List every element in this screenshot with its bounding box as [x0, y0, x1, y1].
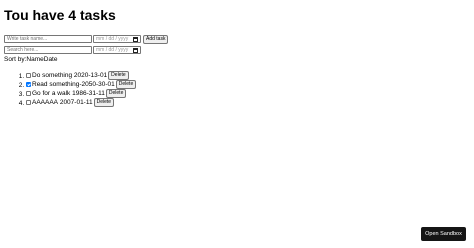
- page-title: Tou have 4 tasks: [4, 7, 116, 23]
- delete-button[interactable]: Delete: [115, 80, 137, 89]
- task-name: AAAAAA: [32, 99, 59, 106]
- sort-by-name[interactable]: Name: [26, 56, 43, 63]
- list-item: Go for a walk 1986-31-11 Delete: [26, 89, 468, 98]
- search-input[interactable]: Search here...: [4, 46, 92, 54]
- add-task-button[interactable]: Add task: [143, 34, 169, 44]
- delete-button[interactable]: Delete: [93, 98, 115, 107]
- sort-by-date[interactable]: Date: [44, 56, 58, 63]
- list-item: Read something-2050-30-01 Delete: [26, 80, 468, 89]
- delete-button[interactable]: Delete: [105, 89, 127, 98]
- task-date: 2007-01-11: [59, 99, 93, 106]
- checkbox-icon[interactable]: [26, 82, 31, 87]
- search-form: Search here... mm / dd / yyyy: [4, 45, 468, 55]
- add-task-form: Write task name... mm / dd / yyyy Add ta…: [4, 34, 468, 44]
- task-date: 2050-30-01: [81, 81, 115, 88]
- todo-app: Tou have 4 tasks Write task name... mm /…: [4, 4, 468, 107]
- list-item: Do something 2020-13-01 Delete: [26, 71, 468, 80]
- task-date: 2020-13-01: [73, 72, 108, 79]
- date-placeholder: mm / dd / yyyy: [96, 36, 129, 42]
- search-date-input[interactable]: mm / dd / yyyy: [93, 46, 141, 54]
- sort-bar: Sort by:NameDate: [4, 56, 468, 64]
- task-name-input[interactable]: Write task name...: [4, 35, 92, 43]
- task-name: Go for a walk: [32, 90, 71, 97]
- task-date: 1986-31-11: [72, 90, 105, 97]
- task-name: Read something: [32, 81, 80, 88]
- task-list: Do something 2020-13-01 Delete Read some…: [4, 71, 468, 107]
- list-item: AAAAAA 2007-01-11 Delete: [26, 98, 468, 107]
- checkbox-icon[interactable]: [26, 73, 31, 78]
- open-sandbox-button[interactable]: Open Sandbox: [421, 227, 466, 241]
- checkbox-icon[interactable]: [26, 100, 31, 105]
- checkbox-icon[interactable]: [26, 91, 31, 96]
- calendar-icon[interactable]: [133, 47, 138, 53]
- forms-area: Write task name... mm / dd / yyyy Add ta…: [4, 34, 468, 64]
- delete-button[interactable]: Delete: [108, 71, 129, 80]
- task-date-input[interactable]: mm / dd / yyyy: [93, 35, 141, 43]
- task-name: Do something: [32, 72, 73, 79]
- calendar-icon[interactable]: [133, 36, 138, 42]
- sort-label: Sort by:: [4, 56, 27, 63]
- date-placeholder: mm / dd / yyyy: [96, 47, 129, 53]
